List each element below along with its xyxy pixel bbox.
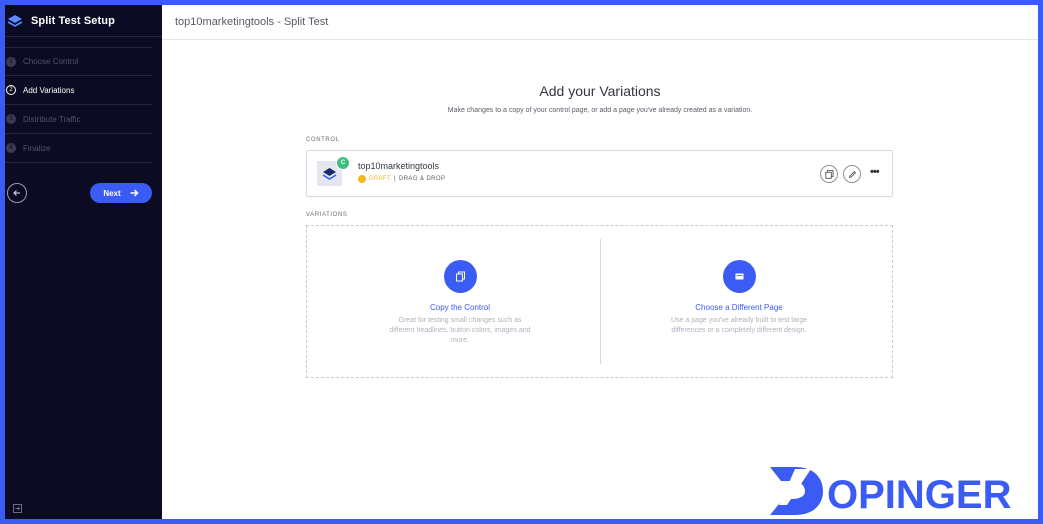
variations-area: Copy the Control Great for testing small… (306, 225, 893, 378)
option-description: Great for testing small changes such as … (389, 317, 531, 344)
control-page-name: top10marketingtools (358, 161, 440, 171)
step-number: 3 (6, 114, 16, 124)
option-title: Copy the Control (429, 303, 491, 312)
dopinger-watermark-logo: OPINGER (770, 467, 1012, 517)
back-button[interactable] (7, 183, 27, 203)
sidebar-title: Split Test Setup (31, 14, 115, 27)
meta-separator: | (394, 176, 396, 182)
step-navigation: Next (5, 183, 162, 203)
layers-logo-icon (7, 13, 23, 29)
sidebar-header: Split Test Setup (5, 5, 162, 37)
pencil-icon (848, 170, 856, 178)
page-title: top10marketingtools - Split Test (175, 16, 329, 28)
options-divider (600, 239, 601, 364)
step-list: 1 Choose Control 2 Add Variations 3 Dist… (5, 47, 162, 163)
next-button-label: Next (103, 188, 121, 198)
sidebar: Split Test Setup 1 Choose Control 2 Add … (5, 5, 162, 519)
duplicate-button[interactable] (820, 165, 838, 183)
variations-label: VARIATIONS (306, 212, 348, 218)
step-distribute-traffic[interactable]: 3 Distribute Traffic (5, 105, 152, 134)
control-meta: DRAFT | DRAG & DROP (358, 175, 445, 183)
exit-icon[interactable] (13, 500, 22, 513)
step-choose-control[interactable]: 1 Choose Control (5, 47, 152, 76)
control-badge: C (336, 156, 350, 170)
top-bar: top10marketingtools - Split Test (162, 5, 1038, 40)
control-label: CONTROL (306, 137, 340, 143)
edit-button[interactable] (843, 165, 861, 183)
choose-different-page-option[interactable]: Choose a Different Page Use a page you'v… (639, 260, 839, 336)
main-content: Add your Variations Make changes to a co… (162, 40, 1038, 519)
step-add-variations[interactable]: 2 Add Variations (5, 76, 152, 105)
draft-status: DRAFT (369, 176, 391, 182)
arrow-left-icon (13, 190, 20, 196)
draft-status-icon (358, 175, 366, 183)
step-label: Choose Control (23, 57, 79, 66)
copy-icon (824, 169, 833, 179)
page-type: DRAG & DROP (398, 176, 446, 182)
page-icon (722, 260, 756, 293)
app-frame: Split Test Setup 1 Choose Control 2 Add … (0, 0, 1043, 524)
copy-control-option[interactable]: Copy the Control Great for testing small… (360, 260, 560, 346)
step-number: 4 (6, 143, 16, 153)
control-card: C top10marketingtools DRAFT | DRAG & DRO… (306, 150, 893, 197)
step-number: 1 (6, 56, 16, 67)
section-subheading: Make changes to a copy of your control p… (447, 107, 753, 114)
svg-text:OPINGER: OPINGER (827, 473, 1012, 517)
step-finalize[interactable]: 4 Finalize (5, 134, 152, 163)
copy-icon (443, 260, 477, 293)
step-label: Distribute Traffic (23, 114, 81, 124)
section-heading: Add your Variations (539, 83, 661, 99)
horizontal-scrollbar[interactable] (175, 519, 595, 524)
arrow-right-icon (130, 189, 139, 197)
option-description: Use a page you've already built to test … (671, 317, 807, 334)
next-button[interactable]: Next (90, 183, 152, 203)
step-label: Finalize (23, 143, 51, 153)
more-options-button[interactable]: ••• (870, 166, 880, 178)
option-title: Choose a Different Page (695, 303, 783, 312)
step-label: Add Variations (23, 85, 75, 95)
step-number: 2 (6, 85, 16, 95)
